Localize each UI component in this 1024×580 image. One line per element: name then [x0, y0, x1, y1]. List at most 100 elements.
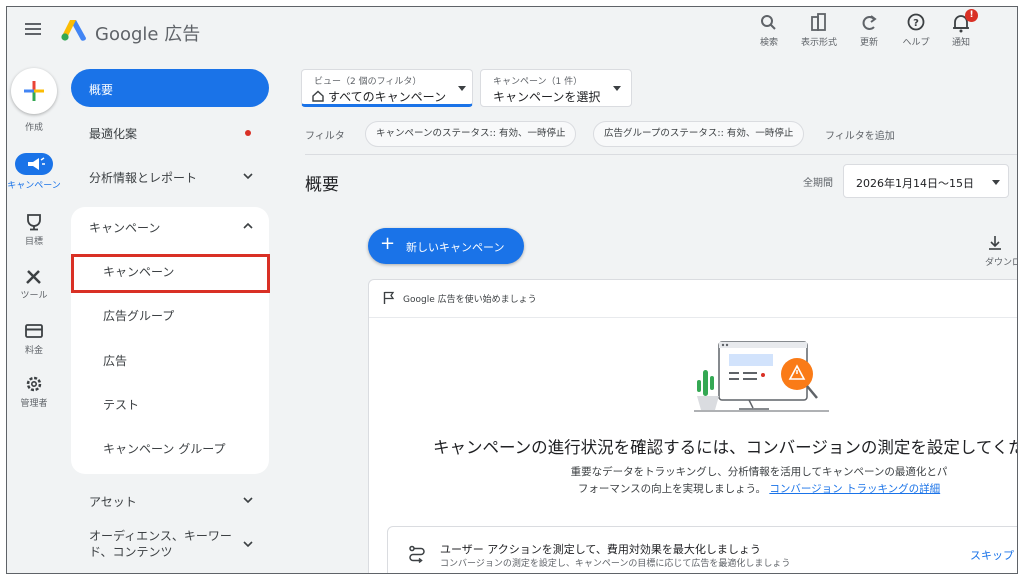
create-button[interactable] — [11, 68, 57, 114]
nav-item-insights[interactable]: 分析情報とレポート — [71, 157, 269, 195]
chevron-down-icon — [243, 541, 253, 548]
nav-sub-ads[interactable]: 広告 — [103, 352, 127, 369]
period-label: 全期間 — [803, 178, 833, 189]
plus-icon — [24, 81, 44, 101]
nav-insights-label: 分析情報とレポート — [89, 171, 198, 185]
svg-text:?: ? — [913, 18, 919, 29]
home-icon — [312, 90, 324, 102]
add-filter-link[interactable]: フィルタを追加 — [825, 127, 895, 142]
rail-tools-label: ツール — [20, 291, 48, 301]
conversion-tracking-link[interactable]: コンバージョン トラッキングの詳細 — [769, 483, 940, 495]
help-button[interactable]: ? ヘルプ — [894, 11, 938, 51]
dropdown-caret-icon — [992, 180, 1000, 185]
notifications-label: 通知 — [951, 38, 970, 48]
nav-item-assets[interactable]: アセット — [71, 481, 269, 519]
plus-icon: + — [380, 233, 396, 254]
card-headline: キャンペーンの進行状況を確認するには、コンバージョンの測定を設定してください — [433, 438, 1018, 457]
nav-item-audiences[interactable]: オーディエンス、キーワー ド、コンテンツ — [71, 521, 269, 567]
chevron-down-icon — [243, 497, 253, 504]
nav-audiences-label-line2: ド、コンテンツ — [89, 545, 173, 559]
rail-item-campaigns[interactable]: キャンペーン — [7, 153, 61, 192]
view-filter-value: すべてのキャンペーン — [328, 90, 447, 104]
measure-actions-title: ユーザー アクションを測定して、費用対効果を最大化しましょう — [440, 543, 761, 556]
flag-icon — [383, 291, 395, 304]
filter-label: フィルタ — [305, 131, 345, 142]
date-range-dropdown[interactable]: 2026年1月14日〜15日 — [843, 164, 1009, 198]
notification-badge: ! — [965, 9, 978, 22]
alert-dot — [245, 130, 251, 136]
download-label: ダウンロード — [985, 258, 1017, 268]
google-ads-logo-icon — [61, 20, 86, 41]
view-filter-caption: ビュー（2 個のフィルタ） — [314, 77, 422, 87]
new-campaign-button[interactable]: + 新しいキャンペーン — [368, 228, 524, 264]
notifications-button[interactable]: ! 通知 — [939, 9, 983, 51]
refresh-label: 更新 — [859, 38, 878, 48]
card-description-line1: 重要なデータをトラッキングし、分析情報を活用してキャンペーンの最適化とパ — [570, 466, 948, 478]
card-header: Google 広告を使い始めましょう — [369, 280, 1017, 318]
app-window: Google 広告 検索 表示形式 更新 ? ヘルプ ! 通知 作成 キャンペー… — [6, 6, 1018, 574]
nav-sub-ad-groups[interactable]: 広告グループ — [103, 307, 174, 324]
display-format-label: 表示形式 — [800, 38, 837, 48]
download-icon — [989, 236, 1001, 250]
measure-actions-subtitle: コンバージョンの測定を設定し、キャンペーンの目標に応じて広告を最適化しましょう — [440, 559, 791, 569]
campaigns-group: キャンペーン キャンペーン 広告グループ 広告 テスト キャンペーン グループ — [71, 207, 269, 474]
nav-item-overview[interactable]: 概要 — [71, 69, 269, 107]
rail-billing-label: 料金 — [24, 346, 43, 356]
chevron-up-icon — [243, 222, 253, 229]
display-format-button[interactable]: 表示形式 — [797, 11, 841, 51]
rail-create-label-wrap: 作成 — [7, 121, 61, 134]
rail-item-goals[interactable]: 目標 — [7, 213, 61, 248]
nav-audiences-label: オーディエンス、キーワー — [89, 529, 232, 543]
display-format-icon — [811, 13, 826, 31]
nav-recommendations-label: 最適化案 — [89, 127, 138, 141]
page-title: 概要 — [305, 175, 339, 195]
main-content: ビュー（2 個のフィルタ） すべてのキャンペーン キャンペーン（1 件） キャン… — [281, 57, 1018, 573]
nav-assets-label: アセット — [89, 495, 137, 509]
nav-sub-campaign-groups[interactable]: キャンペーン グループ — [103, 440, 226, 457]
help-label: ヘルプ — [902, 38, 930, 48]
highlight-box — [71, 254, 270, 293]
rail-item-billing[interactable]: 料金 — [7, 322, 61, 357]
card-header-title: Google 広告を使い始めましょう — [403, 295, 537, 305]
filter-chip-adgroup-status[interactable]: 広告グループのステータス:: 有効、一時停止 — [593, 121, 805, 147]
skip-button[interactable]: スキップ — [970, 547, 1014, 563]
view-filter-dropdown[interactable]: ビュー（2 個のフィルタ） すべてのキャンペーン — [301, 69, 473, 107]
tools-icon — [26, 270, 41, 284]
search-icon — [761, 15, 776, 30]
megaphone-icon — [28, 157, 45, 170]
card-description: 重要なデータをトラッキングし、分析情報を活用してキャンペーンの最適化とパ フォー… — [539, 464, 979, 498]
help-icon: ? — [907, 13, 925, 31]
top-bar: Google 広告 検索 表示形式 更新 ? ヘルプ ! 通知 — [7, 7, 1017, 57]
search-button[interactable]: 検索 — [747, 11, 791, 51]
credit-card-icon — [25, 324, 43, 338]
brand-title: Google 広告 — [95, 24, 201, 45]
rail-goals-label: 目標 — [24, 237, 43, 247]
left-rail: 作成 キャンペーン 目標 ツール 料金 管理者 — [7, 57, 61, 573]
dropdown-caret-icon — [613, 86, 621, 91]
getting-started-card: Google 広告を使い始めましょう キャンペーンの進行状況を確認するには、コン… — [368, 279, 1018, 573]
route-icon — [409, 545, 425, 563]
date-range-value: 2026年1月14日〜15日 — [856, 177, 974, 190]
menu-icon[interactable] — [25, 23, 41, 35]
download-button[interactable]: ダウンロード — [985, 235, 1017, 268]
nav-sub-experiments[interactable]: テスト — [103, 396, 139, 413]
nav-overview-label: 概要 — [89, 83, 114, 97]
rail-item-tools[interactable]: ツール — [7, 267, 61, 302]
dropdown-caret-icon — [458, 86, 466, 91]
rail-item-admin[interactable]: 管理者 — [7, 375, 61, 410]
rail-admin-label: 管理者 — [20, 399, 48, 409]
trophy-icon — [27, 214, 41, 231]
campaigns-rail-pill — [15, 153, 53, 175]
measure-actions-card: ユーザー アクションを測定して、費用対効果を最大化しましょう コンバージョンの測… — [387, 526, 1017, 573]
campaign-select-caption: キャンペーン（1 件） — [493, 77, 583, 87]
campaign-select-dropdown[interactable]: キャンペーン（1 件） キャンペーンを選択 — [480, 69, 632, 107]
campaigns-section-label: キャンペーン — [89, 221, 161, 235]
rail-create-label: 作成 — [24, 123, 43, 133]
refresh-icon — [862, 15, 877, 30]
filter-chip-campaign-status[interactable]: キャンペーンのステータス:: 有効、一時停止 — [365, 121, 577, 147]
nav-item-campaigns-section[interactable]: キャンペーン — [71, 207, 269, 245]
refresh-button[interactable]: 更新 — [847, 11, 891, 51]
card-description-line2: フォーマンスの向上を実現しましょう。 — [577, 483, 766, 495]
new-campaign-label: 新しいキャンペーン — [406, 241, 505, 254]
nav-item-recommendations[interactable]: 最適化案 — [71, 113, 269, 151]
